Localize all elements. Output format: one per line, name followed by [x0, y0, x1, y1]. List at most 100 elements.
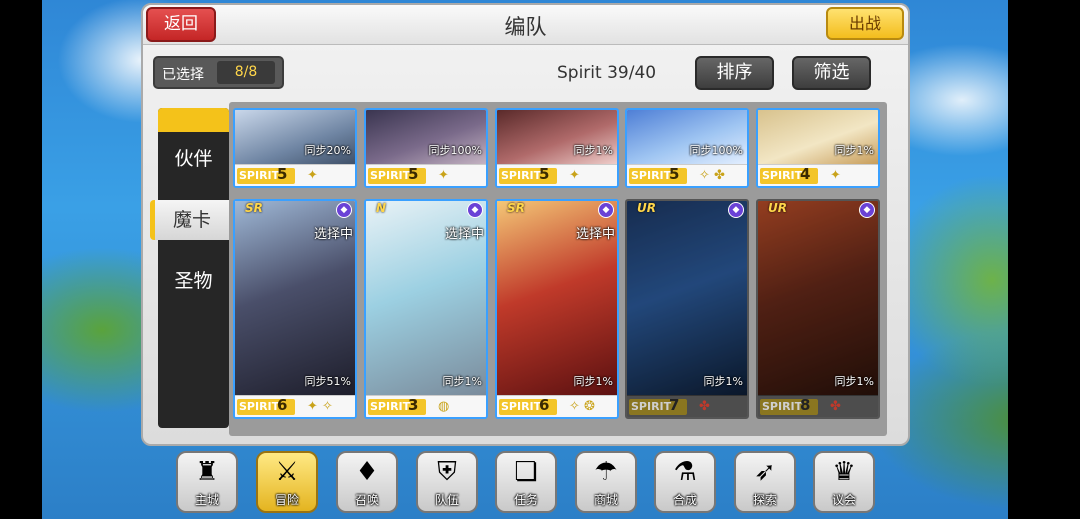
- sync-rate: 同步1%: [834, 375, 874, 388]
- page-title: 编队: [504, 15, 547, 39]
- sync-rate: 同步1%: [573, 375, 613, 388]
- card-footer: SPIRIT 8 ✤: [758, 395, 878, 417]
- sync-rate: 同步20%: [304, 144, 351, 157]
- nav-item-team-shield[interactable]: ⛨ 队伍: [416, 451, 478, 513]
- selecting-label: 选择中: [444, 227, 484, 242]
- selected-value: 8/8: [217, 61, 275, 84]
- card-footer: SPIRIT 5 ✧ ✤: [627, 164, 747, 186]
- nav-item-council-crown[interactable]: ♛ 议会: [813, 451, 875, 513]
- card-footer: SPIRIT 5 ✦: [497, 164, 617, 186]
- nav-item-shop-mushroom[interactable]: ☂ 商城: [575, 451, 637, 513]
- tab-partners[interactable]: 伙伴: [158, 139, 229, 179]
- nav-item-bow[interactable]: ➶ 探索: [734, 451, 796, 513]
- spirit-value: 8: [800, 396, 811, 414]
- skill-icons: ✧ ✤: [699, 168, 725, 183]
- spirit-word: SPIRIT: [370, 169, 411, 182]
- spirit-cost: SPIRIT 5: [629, 166, 687, 184]
- nav-label: 合成: [672, 493, 697, 507]
- spirit-total: Spirit 39/40: [557, 63, 657, 83]
- screen: 编队 返回 出战 已选择 8/8 Spirit 39/40 排序 筛选 伙伴 魔…: [0, 0, 1080, 519]
- selected-count-box: 已选择 8/8: [153, 56, 284, 89]
- shop-mushroom-icon: ☂: [594, 457, 618, 487]
- card-art: [758, 201, 878, 397]
- card-footer: SPIRIT 5 ✦: [366, 164, 486, 186]
- spirit-value: 6: [277, 396, 288, 414]
- spirit-cost: SPIRIT 5: [368, 165, 426, 184]
- castle-icon: ♜: [195, 457, 219, 487]
- card-footer: SPIRIT 6 ✧ ❂: [497, 395, 617, 417]
- spirit-word: SPIRIT: [501, 400, 542, 413]
- magic-card[interactable]: UR ◆ 同步1% SPIRIT 7 ✤: [625, 199, 749, 419]
- nav-item-crossed-swords[interactable]: ⚔ 冒险: [256, 451, 318, 513]
- spirit-word: SPIRIT: [631, 169, 672, 182]
- element-icon: ◆: [728, 202, 744, 218]
- magic-card[interactable]: N ◆ 选择中 同步1% SPIRIT 3 ◍: [364, 199, 488, 419]
- spirit-word: SPIRIT: [370, 400, 411, 413]
- tab-magic-cards[interactable]: 魔卡: [150, 200, 229, 240]
- spirit-word: SPIRIT: [762, 169, 803, 182]
- nav-label: 主城: [194, 493, 219, 507]
- nav-item-potion[interactable]: ⚗ 合成: [654, 451, 716, 513]
- nav-label: 冒险: [274, 493, 299, 507]
- partner-card[interactable]: 同步100% SPIRIT 5 ✦: [364, 108, 488, 188]
- partner-card[interactable]: 同步1% SPIRIT 4 ✦: [756, 108, 880, 188]
- partner-card[interactable]: 同步1% SPIRIT 5 ✦: [495, 108, 619, 188]
- card-footer: SPIRIT 5 ✦: [235, 164, 355, 186]
- card-footer: SPIRIT 6 ✦ ✧: [235, 395, 355, 417]
- selected-label: 已选择: [162, 67, 204, 83]
- element-icon: ◆: [598, 202, 614, 218]
- partner-card[interactable]: 同步20% SPIRIT 5 ✦: [233, 108, 357, 188]
- card-art: [627, 201, 747, 397]
- back-button[interactable]: 返回: [146, 7, 216, 42]
- rarity-badge: UR: [637, 201, 656, 215]
- nav-item-castle[interactable]: ♜ 主城: [176, 451, 238, 513]
- bow-icon: ➶: [754, 457, 776, 487]
- spirit-cost: SPIRIT 6: [499, 397, 557, 415]
- skill-icons: ✦ ✧: [307, 399, 333, 414]
- spirit-word: SPIRIT: [762, 400, 803, 413]
- skill-icons: ✦: [569, 168, 580, 183]
- tab-relics[interactable]: 圣物: [158, 261, 229, 301]
- spirit-value: 5: [408, 165, 419, 183]
- nav-item-summon-cards[interactable]: ♦ 召唤: [336, 451, 398, 513]
- element-icon: ◆: [336, 202, 352, 218]
- spirit-value: 5: [277, 165, 288, 183]
- nav-label: 商城: [593, 493, 618, 507]
- spirit-word: SPIRIT: [239, 169, 280, 182]
- magic-card[interactable]: SR ◆ 选择中 同步51% SPIRIT 6 ✦ ✧: [233, 199, 357, 419]
- spirit-cost: SPIRIT 3: [368, 397, 426, 415]
- sync-rate: 同步1%: [573, 144, 613, 157]
- sync-rate: 同步1%: [442, 375, 482, 388]
- spirit-cost: SPIRIT 7: [629, 396, 687, 415]
- council-crown-icon: ♛: [832, 457, 856, 487]
- element-icon: ◆: [859, 202, 875, 218]
- skill-icons: ✤: [830, 399, 841, 414]
- deploy-button[interactable]: 出战: [826, 7, 904, 40]
- sync-rate: 同步100%: [428, 144, 482, 157]
- sync-rate: 同步51%: [304, 375, 351, 388]
- nav-label: 召唤: [354, 493, 379, 507]
- sync-rate: 同步1%: [703, 375, 743, 388]
- skill-icons: ✦: [438, 168, 449, 183]
- spirit-cost: SPIRIT 8: [760, 396, 818, 415]
- magic-card[interactable]: SR ◆ 选择中 同步1% SPIRIT 6 ✧ ❂: [495, 199, 619, 419]
- sync-rate: 同步1%: [834, 144, 874, 157]
- sort-button[interactable]: 排序: [695, 56, 774, 90]
- right-letterbox: [1008, 0, 1080, 519]
- partner-card[interactable]: 同步100% SPIRIT 5 ✧ ✤: [625, 108, 749, 188]
- spirit-word: SPIRIT: [239, 400, 280, 413]
- spirit-cost: SPIRIT 5: [499, 165, 557, 184]
- nav-item-quest-book[interactable]: ❏ 任务: [495, 451, 557, 513]
- magic-card[interactable]: UR ◆ 同步1% SPIRIT 8 ✤: [756, 199, 880, 419]
- skill-icons: ✦: [307, 168, 318, 183]
- nav-label: 探索: [752, 493, 777, 507]
- filter-button[interactable]: 筛选: [792, 56, 871, 90]
- quest-book-icon: ❏: [514, 457, 538, 487]
- card-footer: SPIRIT 7 ✤: [627, 395, 747, 417]
- team-shield-icon: ⛨: [437, 457, 457, 487]
- spirit-value: 7: [669, 396, 680, 414]
- spirit-value: 5: [539, 165, 550, 183]
- card-footer: SPIRIT 4 ✦: [758, 164, 878, 186]
- selecting-label: 选择中: [313, 227, 353, 242]
- title-bar: 编队: [143, 5, 908, 45]
